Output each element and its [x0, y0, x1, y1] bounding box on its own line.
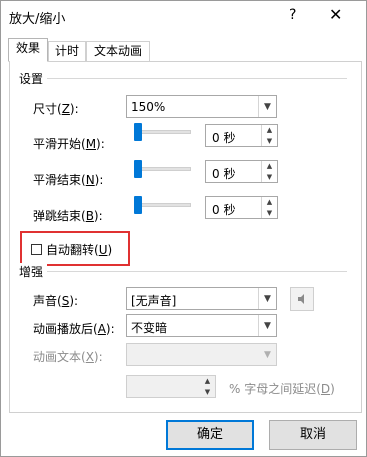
chevron-down-icon: ▼: [264, 349, 271, 360]
chevron-down-icon[interactable]: ▼: [258, 96, 276, 117]
spin-down-icon: ▼: [204, 388, 211, 396]
spin-up-icon: ▲: [204, 377, 211, 385]
smooth-start-slider-track[interactable]: [134, 130, 191, 134]
title-bar: 放大/缩小 ? ✕: [1, 1, 366, 31]
auto-reverse-label[interactable]: 自动翻转(U): [46, 241, 112, 258]
letter-delay-spin-buttons: ▲ ▼: [200, 376, 215, 397]
spin-up-icon[interactable]: ▲: [262, 197, 277, 207]
bounce-end-slider-track[interactable]: [134, 203, 191, 207]
bounce-end-value: 0 秒: [212, 203, 236, 217]
after-animation-value: 不变暗: [131, 321, 168, 335]
spin-up-icon[interactable]: ▲: [262, 125, 277, 135]
size-combobox[interactable]: 150% ▼: [126, 95, 277, 118]
bounce-end-spin-buttons: ▲ ▼: [261, 197, 277, 218]
chevron-down-icon[interactable]: ▼: [258, 315, 276, 336]
sound-volume-button[interactable]: [290, 287, 314, 311]
bounce-end-spinner[interactable]: 0 秒 ▲ ▼: [205, 196, 278, 219]
smooth-end-spinner[interactable]: 0 秒 ▲ ▼: [205, 160, 278, 183]
after-animation-label: 动画播放后(A):: [33, 322, 115, 336]
animate-text-label: 动画文本(X):: [33, 350, 103, 364]
spin-down-icon[interactable]: ▼: [262, 172, 277, 182]
speaker-icon: [298, 294, 304, 304]
settings-group-line: [45, 78, 347, 79]
tab-effect[interactable]: 效果: [8, 38, 48, 62]
bounce-end-slider-thumb[interactable]: [134, 196, 142, 214]
dialog-window: 放大/缩小 ? ✕ 效果 计时 文本动画 设置 尺寸(Z): 150% ▼ 平滑…: [0, 0, 367, 457]
smooth-start-spinner[interactable]: 0 秒 ▲ ▼: [205, 124, 278, 147]
chevron-down-icon[interactable]: ▼: [258, 288, 276, 309]
enhancements-group-line: [45, 271, 347, 272]
smooth-start-value: 0 秒: [212, 131, 236, 145]
settings-group-title: 设置: [19, 70, 48, 87]
dialog-title: 放大/缩小: [9, 12, 66, 27]
spin-down-icon[interactable]: ▼: [262, 136, 277, 146]
sound-value: [无声音]: [131, 294, 177, 308]
smooth-start-spin-buttons: ▲ ▼: [261, 125, 277, 146]
size-label: 尺寸(Z):: [33, 102, 79, 116]
smooth-end-slider-track[interactable]: [134, 167, 191, 171]
cancel-button[interactable]: 取消: [269, 420, 357, 450]
smooth-end-slider-thumb[interactable]: [134, 160, 142, 178]
tab-timing-label: 计时: [54, 44, 79, 58]
close-button[interactable]: ✕: [329, 5, 342, 24]
size-value: 150%: [131, 100, 166, 114]
tab-text-animation-label: 文本动画: [93, 44, 142, 58]
smooth-start-slider-thumb[interactable]: [134, 123, 142, 141]
enhancements-group-title: 增强: [19, 263, 48, 280]
smooth-start-label: 平滑开始(M):: [33, 137, 105, 151]
animate-text-combobox: ▼: [126, 343, 277, 366]
smooth-end-value: 0 秒: [212, 167, 236, 181]
smooth-end-label: 平滑结束(N):: [33, 173, 104, 187]
letter-delay-spinner: ▲ ▼: [126, 375, 216, 398]
spin-down-icon[interactable]: ▼: [262, 208, 277, 218]
tab-text-animation[interactable]: 文本动画: [86, 41, 150, 61]
sound-combobox[interactable]: [无声音] ▼: [126, 287, 277, 310]
tab-effect-label: 效果: [15, 41, 40, 55]
sound-label: 声音(S):: [33, 294, 79, 308]
smooth-end-spin-buttons: ▲ ▼: [261, 161, 277, 182]
spin-up-icon[interactable]: ▲: [262, 161, 277, 171]
ok-button[interactable]: 确定: [166, 420, 254, 450]
bounce-end-label: 弹跳结束(B):: [33, 209, 103, 223]
after-animation-combobox[interactable]: 不变暗 ▼: [126, 314, 277, 337]
letter-delay-label: % 字母之间延迟(D): [229, 382, 335, 396]
auto-reverse-checkbox[interactable]: [31, 244, 42, 255]
tab-timing[interactable]: 计时: [48, 41, 86, 61]
help-button[interactable]: ?: [289, 7, 296, 23]
